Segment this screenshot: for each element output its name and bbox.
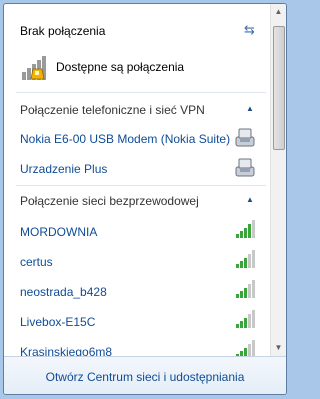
wifi-signal-icon — [236, 250, 255, 268]
modem-icon — [235, 128, 255, 147]
list-item-wifi-livebox[interactable]: Livebox-E15C — [4, 310, 270, 336]
scroll-up-arrow-icon[interactable]: ▲ — [271, 4, 286, 20]
section-header-wireless[interactable]: Połączenie sieci bezprzewodowej ▲ — [4, 192, 270, 214]
network-warning-icon — [22, 56, 46, 80]
modem-icon — [235, 158, 255, 177]
list-item-wifi-neostrada[interactable]: neostrada_b428 — [4, 280, 270, 306]
wifi-signal-icon — [236, 220, 255, 238]
network-flyout: Brak połączenia ⇆ Dostępne są połączenia… — [3, 3, 287, 395]
wifi-signal-icon — [236, 280, 255, 298]
network-name: MORDOWNIA — [20, 225, 98, 239]
scroll-down-arrow-icon[interactable]: ▼ — [271, 340, 286, 356]
flyout-footer: Otwórz Centrum sieci i udostępniania — [4, 356, 286, 394]
section-label: Połączenie telefoniczne i sieć VPN — [20, 103, 205, 117]
list-item-urzadzenie-plus[interactable]: Urzadzenie Plus — [4, 157, 270, 183]
connection-name: Urzadzenie Plus — [20, 162, 108, 176]
connection-name: Nokia E6-00 USB Modem (Nokia Suite) — [20, 132, 231, 146]
chevron-up-icon[interactable]: ▲ — [246, 195, 254, 204]
section-header-dialup-vpn[interactable]: Połączenie telefoniczne i sieć VPN ▲ — [4, 101, 270, 123]
connection-list: Brak połączenia ⇆ Dostępne są połączenia… — [4, 4, 270, 359]
connections-available-text: Dostępne są połączenia — [56, 60, 185, 74]
section-label: Połączenie sieci bezprzewodowej — [20, 194, 199, 208]
refresh-icon[interactable]: ⇆ — [244, 22, 255, 38]
scrollbar-thumb[interactable] — [273, 26, 285, 150]
list-item-wifi-certus[interactable]: certus — [4, 250, 270, 276]
divider — [16, 185, 266, 186]
network-name: neostrada_b428 — [20, 285, 107, 299]
network-name: Livebox-E15C — [20, 315, 96, 329]
list-item-wifi-mordownia[interactable]: MORDOWNIA — [4, 220, 270, 246]
divider — [16, 92, 266, 93]
chevron-up-icon[interactable]: ▲ — [246, 104, 254, 113]
network-name: certus — [20, 255, 53, 269]
list-item-nokia-modem[interactable]: Nokia E6-00 USB Modem (Nokia Suite) — [4, 127, 270, 153]
wifi-signal-icon — [236, 310, 255, 328]
open-network-center-link[interactable]: Otwórz Centrum sieci i udostępniania — [4, 370, 286, 384]
vertical-scrollbar[interactable]: ▲ ▼ — [270, 4, 286, 356]
connection-status-title: Brak połączenia — [20, 24, 106, 38]
